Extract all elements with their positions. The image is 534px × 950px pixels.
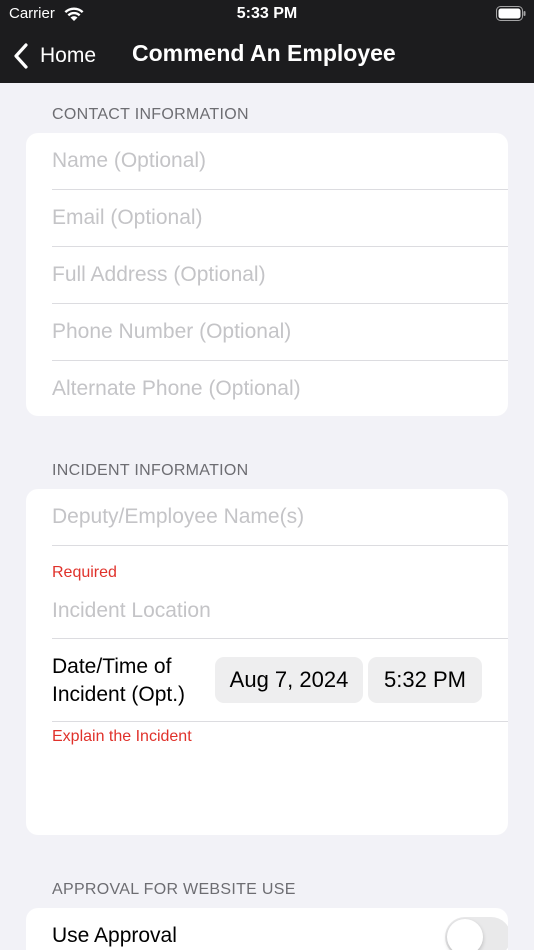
incident-location-field[interactable] bbox=[52, 583, 502, 639]
name-row bbox=[26, 133, 508, 190]
navigation-bar: Home Commend An Employee bbox=[0, 30, 534, 83]
datetime-row: Date/Time of Incident (Opt.) Aug 7, 2024… bbox=[26, 639, 508, 722]
name-field[interactable] bbox=[52, 133, 502, 189]
page-title: Commend An Employee bbox=[132, 40, 396, 66]
datetime-label: Date/Time of Incident (Opt.) bbox=[52, 653, 212, 709]
alternate-phone-field[interactable] bbox=[52, 361, 502, 416]
battery-icon bbox=[496, 6, 526, 21]
back-button-label: Home bbox=[40, 44, 97, 67]
required-error-text: Required bbox=[52, 564, 117, 581]
phone-field[interactable] bbox=[52, 304, 502, 360]
contact-section-header: CONTACT INFORMATION bbox=[52, 106, 249, 123]
employee-row bbox=[26, 489, 508, 546]
status-time: 5:33 PM bbox=[236, 5, 298, 22]
phone-row bbox=[26, 304, 508, 361]
status-bar: Carrier 5:33 PM bbox=[0, 0, 534, 30]
approval-section-header: APPROVAL FOR WEBSITE USE bbox=[52, 881, 296, 898]
date-picker-button[interactable]: Aug 7, 2024 bbox=[215, 657, 363, 703]
explain-incident-label: Explain the Incident bbox=[52, 728, 192, 745]
explain-incident-textarea[interactable] bbox=[52, 744, 502, 834]
back-button[interactable]: Home bbox=[12, 39, 96, 73]
datetime-label-line2: Incident (Opt.) bbox=[52, 683, 186, 706]
alternate-phone-row bbox=[26, 361, 508, 416]
incident-section-header: INCIDENT INFORMATION bbox=[52, 462, 249, 479]
email-row bbox=[26, 190, 508, 247]
location-row bbox=[26, 546, 508, 639]
chevron-left-icon bbox=[14, 43, 28, 69]
contact-card bbox=[26, 133, 508, 416]
incident-card: Date/Time of Incident (Opt.) Aug 7, 2024… bbox=[26, 489, 508, 835]
address-row bbox=[26, 247, 508, 304]
approval-card: Use Approval bbox=[26, 908, 508, 950]
use-approval-label: Use Approval bbox=[52, 924, 177, 947]
time-picker-button[interactable]: 5:32 PM bbox=[368, 657, 482, 703]
use-approval-toggle[interactable] bbox=[445, 917, 508, 950]
datetime-label-line1: Date/Time of bbox=[52, 655, 172, 678]
email-field[interactable] bbox=[52, 190, 502, 246]
address-field[interactable] bbox=[52, 247, 502, 303]
employee-name-field[interactable] bbox=[52, 489, 502, 545]
toggle-knob bbox=[447, 919, 483, 950]
